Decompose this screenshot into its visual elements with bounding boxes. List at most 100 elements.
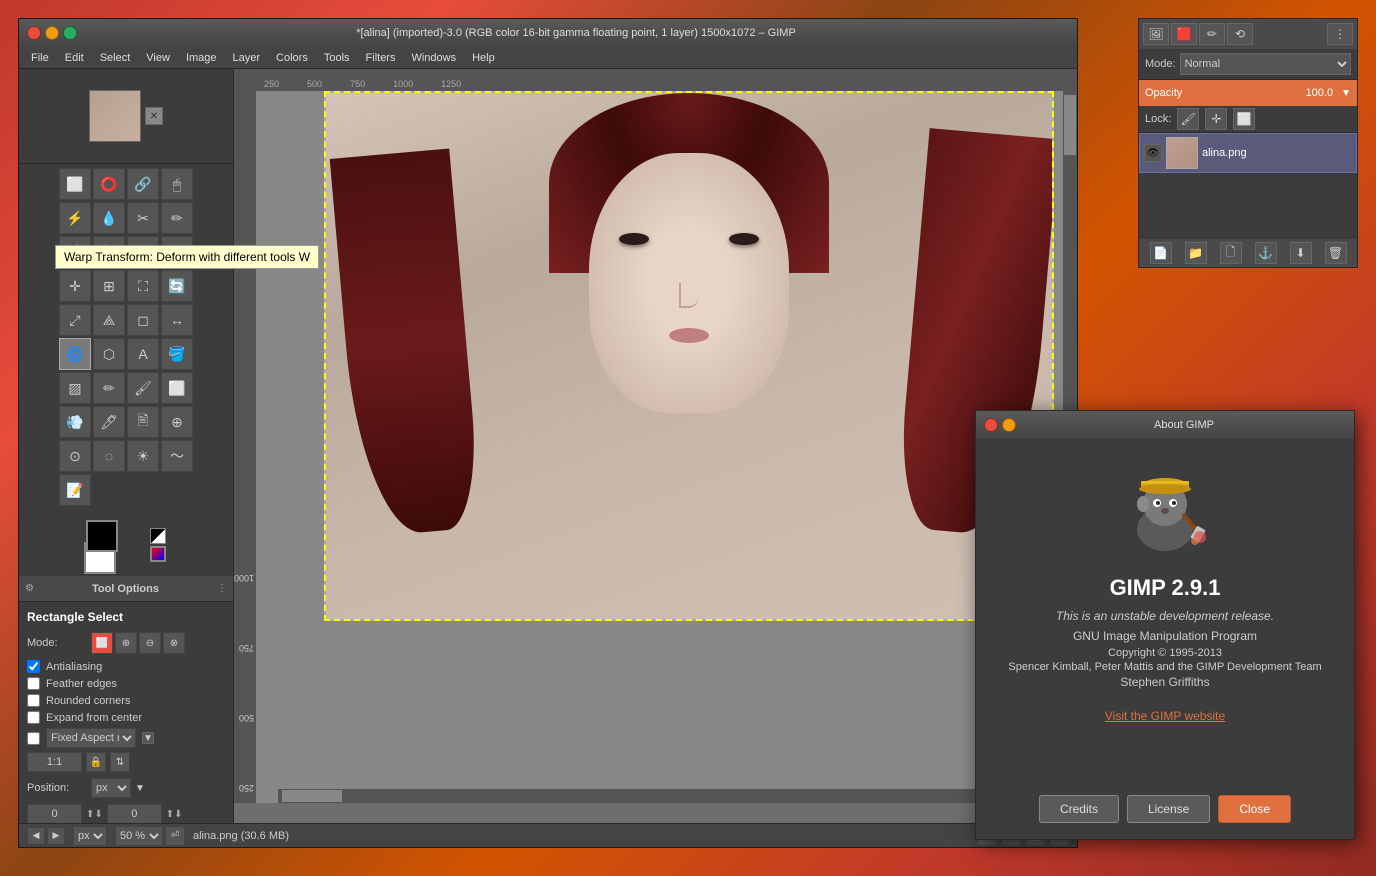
tool-scale[interactable]: ⤢ xyxy=(59,304,91,336)
mode-intersect-btn[interactable]: ⊗ xyxy=(163,632,185,654)
mode-replace-btn[interactable]: ⬜ xyxy=(91,632,113,654)
license-button[interactable]: License xyxy=(1127,795,1210,823)
tool-paths[interactable]: ✏ xyxy=(161,202,193,234)
tool-clone[interactable]: 🖹 xyxy=(127,406,159,438)
tool-fuzzy-select[interactable]: ⚡ xyxy=(59,202,91,234)
tool-warp[interactable]: 🌀 xyxy=(59,338,91,370)
menu-windows[interactable]: Windows xyxy=(403,50,464,66)
menu-file[interactable]: File xyxy=(23,50,57,66)
tool-eraser[interactable]: ⬜ xyxy=(161,372,193,404)
tool-perspective[interactable]: ◻ xyxy=(127,304,159,336)
fixed-aspect-dropdown[interactable]: Fixed Aspect ra... xyxy=(46,728,136,748)
tool-foreground-select[interactable]: 🖱 xyxy=(161,168,193,200)
tool-move[interactable]: ✛ xyxy=(59,270,91,302)
menu-tools[interactable]: Tools xyxy=(316,50,358,66)
layers-config[interactable]: ⋮ xyxy=(1327,23,1353,45)
tool-color-picker[interactable]: 🔎 xyxy=(59,236,91,268)
unit-selector[interactable]: px xyxy=(73,826,107,846)
duplicate-layer-btn[interactable]: 🗋 xyxy=(1220,242,1242,264)
tool-crop[interactable]: ⛶ xyxy=(127,270,159,302)
tool-bucket-fill[interactable]: 🪣 xyxy=(161,338,193,370)
nav-right[interactable]: ▶ xyxy=(47,827,65,845)
tool-ellipse-select[interactable]: ⭕ xyxy=(93,168,125,200)
tool-ink[interactable]: 🖊 xyxy=(93,406,125,438)
menu-filters[interactable]: Filters xyxy=(358,50,404,66)
tool-dodge[interactable]: ☀ xyxy=(127,440,159,472)
position-x-input[interactable] xyxy=(27,804,82,823)
tool-lasso[interactable]: 🔗 xyxy=(127,168,159,200)
fixed-aspect-expand[interactable]: ▼ xyxy=(142,732,154,744)
scrollbar-thumb-h[interactable] xyxy=(282,790,342,802)
mode-add-btn[interactable]: ⊕ xyxy=(115,632,137,654)
reset-colors-button[interactable] xyxy=(150,528,166,544)
zoom-apply[interactable]: ⏎ xyxy=(165,826,185,846)
fixed-aspect-checkbox[interactable] xyxy=(27,732,40,745)
menu-view[interactable]: View xyxy=(138,50,178,66)
lock-position-btn[interactable]: ✛ xyxy=(1205,108,1227,130)
layer-visibility-eye[interactable]: 👁 xyxy=(1144,144,1162,162)
tool-align[interactable]: ⊞ xyxy=(93,270,125,302)
ratio-input[interactable] xyxy=(27,752,82,772)
tool-perspective-clone[interactable]: ⊙ xyxy=(59,440,91,472)
new-layer-btn[interactable]: 📄 xyxy=(1150,242,1172,264)
layer-row-alina[interactable]: 👁 alina.png xyxy=(1139,133,1357,173)
expand-center-checkbox[interactable] xyxy=(27,711,40,724)
menu-edit[interactable]: Edit xyxy=(57,50,92,66)
window-minimize-button[interactable] xyxy=(45,26,59,40)
tool-flip[interactable]: ↔ xyxy=(161,304,193,336)
mode-subtract-btn[interactable]: ⊖ xyxy=(139,632,161,654)
tool-color-select[interactable]: 💧 xyxy=(93,202,125,234)
close-preview-button[interactable]: ✕ xyxy=(145,107,163,125)
horizontal-scrollbar[interactable] xyxy=(278,789,1077,803)
tool-blend[interactable]: ▨ xyxy=(59,372,91,404)
tool-gegl[interactable]: 🔬 xyxy=(161,236,193,268)
tool-cage[interactable]: ⬡ xyxy=(93,338,125,370)
tool-rect-select[interactable]: ⬜ xyxy=(59,168,91,200)
opacity-arrow[interactable]: ▼ xyxy=(1341,88,1351,99)
menu-layer[interactable]: Layer xyxy=(225,50,269,66)
menu-select[interactable]: Select xyxy=(92,50,139,66)
new-layer-group-btn[interactable]: 📁 xyxy=(1185,242,1207,264)
scrollbar-thumb-v[interactable] xyxy=(1064,95,1076,155)
position-unit-select[interactable]: px xyxy=(91,778,131,798)
lock-pixels-btn[interactable]: 🖌 xyxy=(1177,108,1199,130)
credits-button[interactable]: Credits xyxy=(1039,795,1119,823)
tool-zoom[interactable]: 🔍 xyxy=(93,236,125,268)
tool-paintbrush[interactable]: 🖌 xyxy=(127,372,159,404)
rounded-corners-checkbox[interactable] xyxy=(27,694,40,707)
image-canvas[interactable] xyxy=(256,91,1077,803)
feather-edges-checkbox[interactable] xyxy=(27,677,40,690)
ratio-lock-btn[interactable]: 🔒 xyxy=(86,752,106,772)
ratio-swap-btn[interactable]: ⇅ xyxy=(110,752,130,772)
antialiasing-checkbox[interactable] xyxy=(27,660,40,673)
window-close-button[interactable] xyxy=(27,26,41,40)
tool-heal[interactable]: ⊕ xyxy=(161,406,193,438)
about-min-btn[interactable] xyxy=(1002,418,1016,432)
lock-alpha-btn[interactable]: ⬜ xyxy=(1233,108,1255,130)
nav-left[interactable]: ◀ xyxy=(27,827,45,845)
tool-shear[interactable]: ⟁ xyxy=(93,304,125,336)
layer-mode-dropdown[interactable]: Normal xyxy=(1180,53,1351,75)
menu-image[interactable]: Image xyxy=(178,50,225,66)
tool-airbrush[interactable]: 💨 xyxy=(59,406,91,438)
swap-colors-button[interactable] xyxy=(150,546,166,562)
menu-help[interactable]: Help xyxy=(464,50,503,66)
window-maximize-button[interactable] xyxy=(63,26,77,40)
tool-scissors[interactable]: ✂ xyxy=(127,202,159,234)
delete-layer-btn[interactable]: 🗑 xyxy=(1325,242,1347,264)
tool-blur[interactable]: ◌ xyxy=(93,440,125,472)
position-unit-arrow[interactable]: ▼ xyxy=(135,783,145,794)
position-y-input[interactable] xyxy=(107,804,162,823)
tool-smudge[interactable]: 〜 xyxy=(161,440,193,472)
about-close-button[interactable]: Close xyxy=(1218,795,1291,823)
menu-colors[interactable]: Colors xyxy=(268,50,316,66)
anchor-layer-btn[interactable]: ⚓ xyxy=(1255,242,1277,264)
tool-text[interactable]: A xyxy=(127,338,159,370)
zoom-select[interactable]: 50 % xyxy=(115,826,163,846)
tool-measure[interactable]: 📐 xyxy=(127,236,159,268)
merge-down-btn[interactable]: ⬇ xyxy=(1290,242,1312,264)
tool-script[interactable]: 📝 xyxy=(59,474,91,506)
tool-rotate[interactable]: 🔄 xyxy=(161,270,193,302)
about-close-btn[interactable] xyxy=(984,418,998,432)
about-website-link[interactable]: Visit the GIMP website xyxy=(1105,709,1225,723)
